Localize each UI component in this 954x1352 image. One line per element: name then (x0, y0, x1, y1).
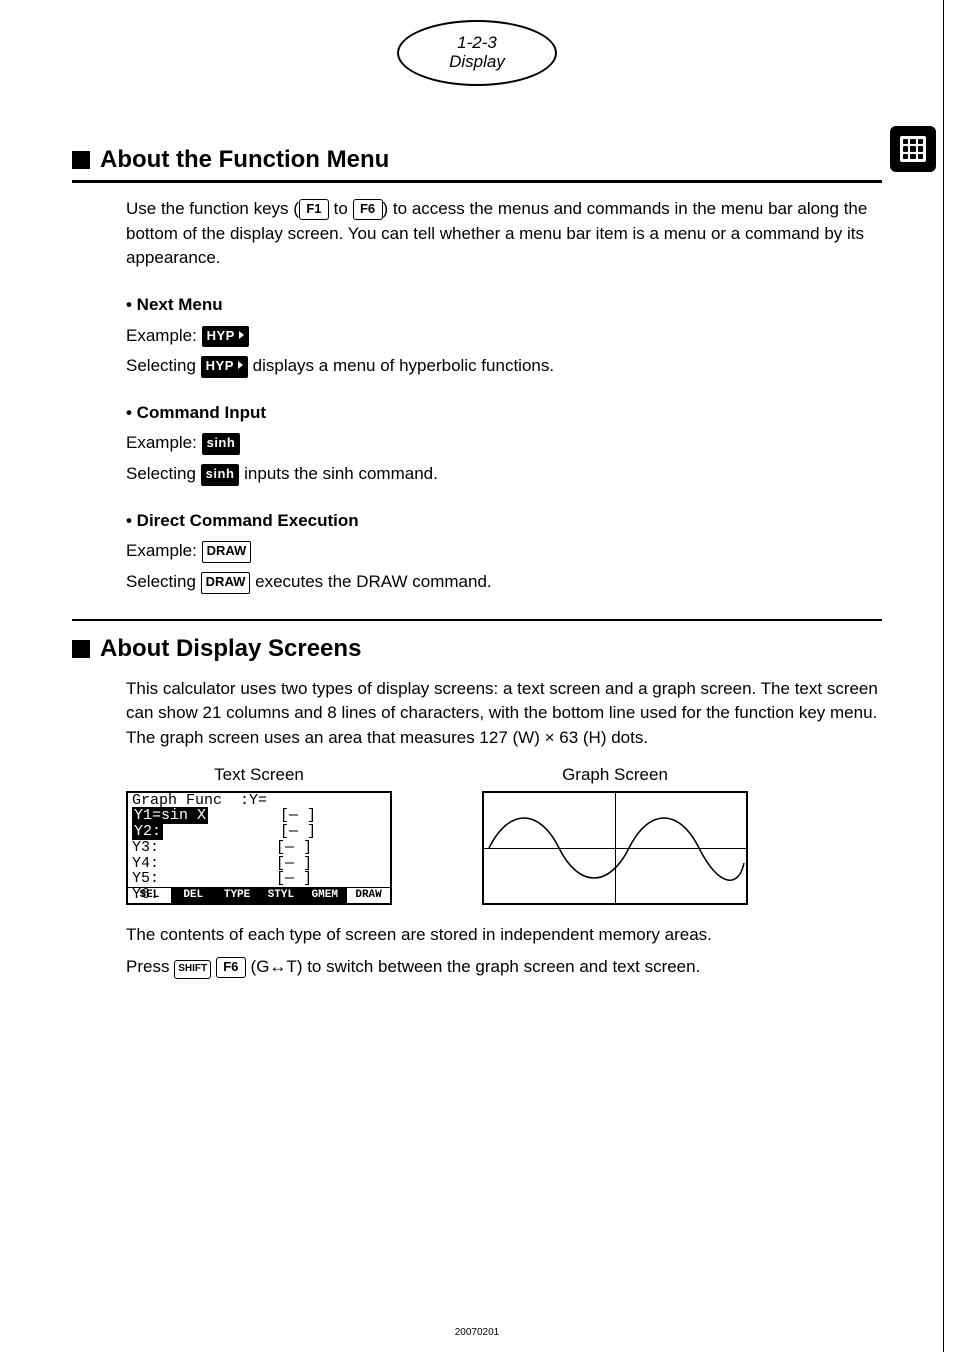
section1-head: About the Function Menu (72, 146, 882, 174)
lcd-line1: Graph Func :Y= (128, 793, 390, 809)
section1-rule (72, 180, 882, 183)
section2-after: The contents of each type of screen are … (126, 923, 882, 980)
screens-row: Text Screen Graph Func :Y= Y1=sin X [— ]… (126, 765, 882, 905)
after2-mid: (G↔T) to switch between the graph screen… (251, 957, 701, 976)
key-f1: F1 (299, 199, 329, 220)
sub2-head: • Command Input (126, 401, 882, 426)
intro-a: Use the function keys ( (126, 199, 299, 218)
graph-screen-title: Graph Screen (562, 765, 668, 785)
section1-title: About the Function Menu (100, 146, 389, 174)
page-section-word: Display (449, 53, 505, 72)
section1-body: Use the function keys (F1 to F6) to acce… (126, 197, 882, 595)
sinh-button: sinh (202, 433, 241, 455)
section2-title: About Display Screens (100, 635, 361, 663)
square-bullet-icon-2 (72, 640, 90, 658)
footer-date: 20070201 (455, 1327, 500, 1338)
lcd-line6: Y5: [— ] (128, 871, 390, 887)
sub3-example-label: Example: (126, 541, 202, 560)
content: About the Function Menu Use the function… (72, 146, 882, 980)
sinh-button-2: sinh (201, 464, 240, 486)
lcd-line3-rest: [— ] (163, 823, 316, 840)
text-screen-lcd: Graph Func :Y= Y1=sin X [— ] Y2: [— ] Y3… (126, 791, 392, 905)
sub2-example-label: Example: (126, 433, 202, 452)
lcd-line2-rest: [— ] (208, 807, 316, 824)
lcd-line4: Y3: [— ] (128, 840, 390, 856)
hyp-menu-button: HYP (202, 326, 249, 348)
keypad-icon (900, 136, 926, 162)
text-screen-title: Text Screen (214, 765, 304, 785)
sub2-sel-a: Selecting (126, 464, 201, 483)
page-number-oval: 1-2-3 Display (397, 20, 557, 86)
text-screen-col: Text Screen Graph Func :Y= Y1=sin X [— ]… (126, 765, 392, 905)
sub3-example: Example: DRAW (126, 539, 882, 564)
lcd-line3-sel: Y2: (132, 823, 163, 840)
section2-rule (72, 619, 882, 621)
intro-b: to (329, 199, 353, 218)
after2-a: Press (126, 957, 174, 976)
sub2-sel-b: inputs the sinh command. (239, 464, 437, 483)
section2-para: This calculator uses two types of displa… (126, 679, 878, 747)
graph-screen-lcd (482, 791, 748, 905)
sub3-sel-b: executes the DRAW command. (250, 572, 491, 591)
fkey-styl: STYL (259, 887, 303, 903)
sub1-sel-b: displays a menu of hyperbolic functions. (248, 356, 554, 375)
section2-body: This calculator uses two types of displa… (126, 677, 882, 751)
sub1-sel-a: Selecting (126, 356, 201, 375)
fkey-gmem: GMEM (303, 887, 347, 903)
graph-screen-col: Graph Screen (482, 765, 748, 905)
lcd-line2-sel: Y1=sin X (132, 807, 208, 824)
key-f6: F6 (353, 199, 383, 220)
sine-curve-icon (484, 793, 746, 903)
after-line2: Press SHIFT F6 (G↔T) to switch between t… (126, 955, 882, 980)
section2-head: About Display Screens (72, 635, 882, 663)
fkey-type: TYPE (216, 887, 260, 903)
f6-key: F6 (216, 957, 246, 978)
after-line1: The contents of each type of screen are … (126, 923, 882, 948)
lcd-line3: Y2: [— ] (128, 824, 390, 840)
sub3-head: • Direct Command Execution (126, 509, 882, 534)
lcd-fkeys: SEL DEL TYPE STYL GMEM DRAW (128, 887, 390, 903)
lcd-line5: Y4: [— ] (128, 856, 390, 872)
page-number: 1-2-3 (457, 34, 497, 53)
fkey-sel: SEL (128, 887, 172, 903)
sub1-example-label: Example: (126, 326, 202, 345)
right-rail (943, 0, 954, 1352)
sub1-selecting: Selecting HYP displays a menu of hyperbo… (126, 354, 882, 379)
sub2-example: Example: sinh (126, 431, 882, 456)
draw-button: DRAW (202, 541, 252, 563)
page: 1-2-3 Display About the Function Menu Us… (0, 0, 954, 1352)
sub1-example: Example: HYP (126, 324, 882, 349)
shift-key: SHIFT (174, 960, 211, 979)
sub-direct-command: • Direct Command Execution Example: DRAW… (126, 509, 882, 595)
sub1-head: • Next Menu (126, 293, 882, 318)
hyp-menu-button-2: HYP (201, 356, 248, 378)
sub-command-input: • Command Input Example: sinh Selecting … (126, 401, 882, 487)
lcd-line2: Y1=sin X [— ] (128, 808, 390, 824)
sub3-sel-a: Selecting (126, 572, 201, 591)
draw-button-2: DRAW (201, 572, 251, 594)
sub3-selecting: Selecting DRAW executes the DRAW command… (126, 570, 882, 595)
fkey-draw: DRAW (347, 887, 390, 903)
sub-next-menu: • Next Menu Example: HYP Selecting HYP d… (126, 293, 882, 379)
square-bullet-icon (72, 151, 90, 169)
fkey-del: DEL (172, 887, 216, 903)
calculator-icon (890, 126, 936, 172)
sub2-selecting: Selecting sinh inputs the sinh command. (126, 462, 882, 487)
